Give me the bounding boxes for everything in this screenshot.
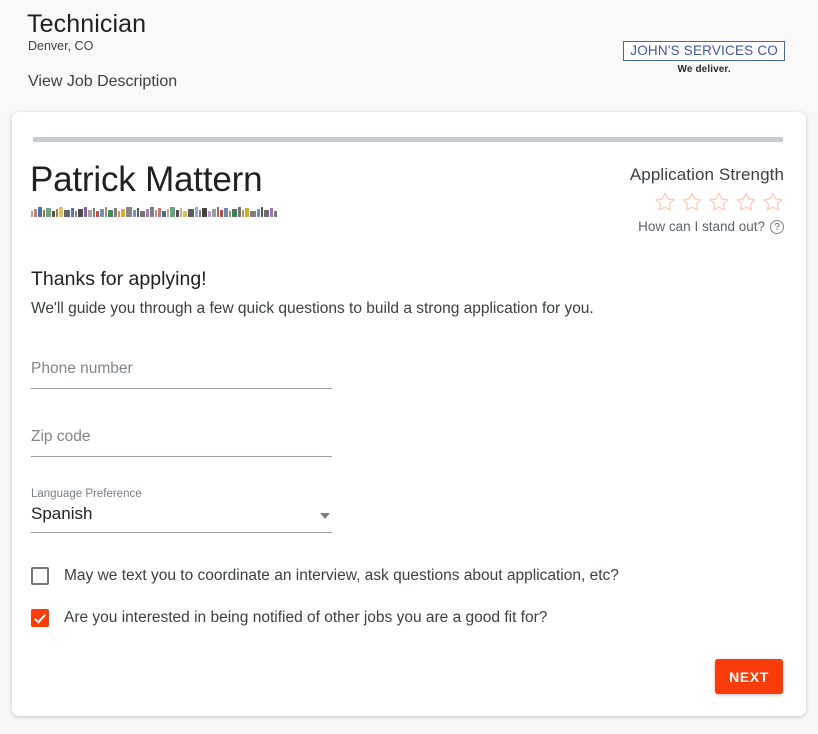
language-preference-underline — [31, 532, 332, 533]
redacted-glyph — [84, 207, 87, 217]
redacted-glyph — [261, 207, 263, 217]
redacted-glyph — [100, 209, 104, 217]
redacted-glyph — [43, 210, 45, 217]
company-logo: JOHN'S SERVICES CO We deliver. — [623, 41, 785, 75]
zip-code-field[interactable]: Zip code — [31, 428, 332, 457]
redacted-glyph — [162, 211, 166, 217]
redacted-glyph — [183, 211, 187, 217]
job-title: Technician — [27, 10, 147, 38]
redacted-glyph — [126, 207, 132, 217]
next-button[interactable]: NEXT — [715, 659, 783, 694]
redacted-glyph — [229, 211, 231, 217]
redacted-glyph — [38, 207, 42, 217]
redacted-glyph — [199, 210, 201, 217]
application-strength-title: Application Strength — [629, 165, 784, 184]
redacted-glyph — [188, 209, 194, 217]
redacted-glyph — [220, 210, 223, 217]
company-logo-tagline: We deliver. — [677, 64, 731, 75]
redacted-glyph — [105, 207, 107, 217]
redacted-glyph — [96, 211, 99, 217]
checkbox-text-consent-label: May we text you to coordinate an intervi… — [64, 567, 619, 584]
redacted-glyph — [242, 210, 244, 217]
page-header: Technician Denver, CO View Job Descripti… — [0, 0, 818, 112]
redacted-glyph — [31, 211, 33, 217]
redacted-glyph — [46, 208, 51, 217]
language-preference-value: Spanish — [31, 504, 93, 523]
checkbox-job-alerts-label: Are you interested in being notified of … — [64, 609, 548, 626]
application-strength-block: Application Strength How can I stand out… — [584, 165, 784, 234]
star-icon[interactable] — [654, 191, 676, 213]
phone-number-field[interactable]: Phone number — [31, 360, 332, 389]
redacted-glyph — [167, 209, 169, 217]
redacted-glyph — [137, 208, 139, 217]
redacted-glyph — [155, 210, 157, 217]
redacted-glyph — [250, 211, 256, 217]
redacted-glyph — [202, 208, 207, 217]
application-strength-stars — [584, 191, 784, 213]
company-logo-name: JOHN'S SERVICES CO — [623, 41, 785, 61]
redacted-glyph — [93, 208, 95, 217]
redacted-glyph — [56, 209, 58, 217]
applicant-name: Patrick Mattern — [30, 160, 263, 199]
redacted-glyph — [34, 209, 37, 217]
view-job-description-link[interactable]: View Job Description — [28, 73, 177, 91]
intro-subtext: We'll guide you through a few quick ques… — [31, 300, 594, 317]
phone-number-placeholder: Phone number — [31, 360, 133, 377]
redacted-glyph — [195, 207, 198, 217]
zip-code-placeholder: Zip code — [31, 428, 91, 445]
redacted-glyph — [140, 211, 145, 217]
redacted-glyph — [238, 207, 241, 217]
redacted-glyph — [170, 207, 175, 217]
applicant-contact-redacted — [31, 204, 277, 217]
redacted-glyph — [212, 209, 216, 217]
redacted-glyph — [121, 209, 125, 217]
redacted-glyph — [118, 211, 120, 217]
job-location: Denver, CO — [28, 39, 94, 53]
phone-number-underline — [31, 388, 332, 389]
application-card: Patrick Mattern Application Strength How… — [12, 112, 806, 716]
star-icon[interactable] — [708, 191, 730, 213]
redacted-glyph — [108, 210, 113, 217]
zip-code-underline — [31, 456, 332, 457]
star-icon[interactable] — [681, 191, 703, 213]
checkbox-row-text-consent[interactable]: May we text you to coordinate an intervi… — [31, 567, 619, 585]
stand-out-help-row[interactable]: How can I stand out? ? — [584, 219, 784, 234]
redacted-glyph — [64, 210, 70, 217]
redacted-glyph — [232, 209, 237, 217]
language-preference-select[interactable]: Language Preference Spanish — [31, 488, 332, 533]
language-preference-row[interactable]: Spanish — [31, 504, 332, 532]
redacted-glyph — [88, 210, 92, 217]
redacted-glyph — [71, 208, 74, 217]
checkbox-job-alerts[interactable] — [31, 609, 49, 627]
star-icon[interactable] — [762, 191, 784, 213]
question-circle-icon[interactable]: ? — [770, 219, 784, 234]
redacted-glyph — [78, 209, 83, 217]
redacted-glyph — [208, 211, 211, 217]
redacted-glyph — [75, 211, 77, 217]
chevron-down-icon[interactable] — [320, 513, 330, 519]
redacted-glyph — [264, 210, 269, 217]
star-icon[interactable] — [735, 191, 757, 213]
language-preference-label: Language Preference — [31, 488, 142, 500]
redacted-glyph — [146, 209, 149, 217]
redacted-glyph — [217, 207, 219, 217]
redacted-glyph — [245, 208, 249, 217]
stand-out-help-label: How can I stand out? — [638, 219, 765, 234]
redacted-glyph — [180, 208, 182, 217]
redacted-glyph — [52, 211, 55, 217]
redacted-glyph — [158, 208, 161, 217]
redacted-glyph — [59, 207, 63, 217]
redacted-glyph — [133, 210, 136, 217]
application-progress-bar — [33, 137, 783, 142]
checkbox-row-job-alerts[interactable]: Are you interested in being notified of … — [31, 609, 547, 627]
redacted-glyph — [270, 208, 273, 217]
redacted-glyph — [114, 208, 117, 217]
redacted-glyph — [274, 211, 277, 217]
redacted-glyph — [257, 209, 260, 217]
redacted-glyph — [176, 210, 179, 217]
intro-heading: Thanks for applying! — [31, 268, 207, 290]
redacted-glyph — [224, 208, 228, 217]
redacted-glyph — [150, 207, 154, 217]
checkbox-text-consent[interactable] — [31, 567, 49, 585]
